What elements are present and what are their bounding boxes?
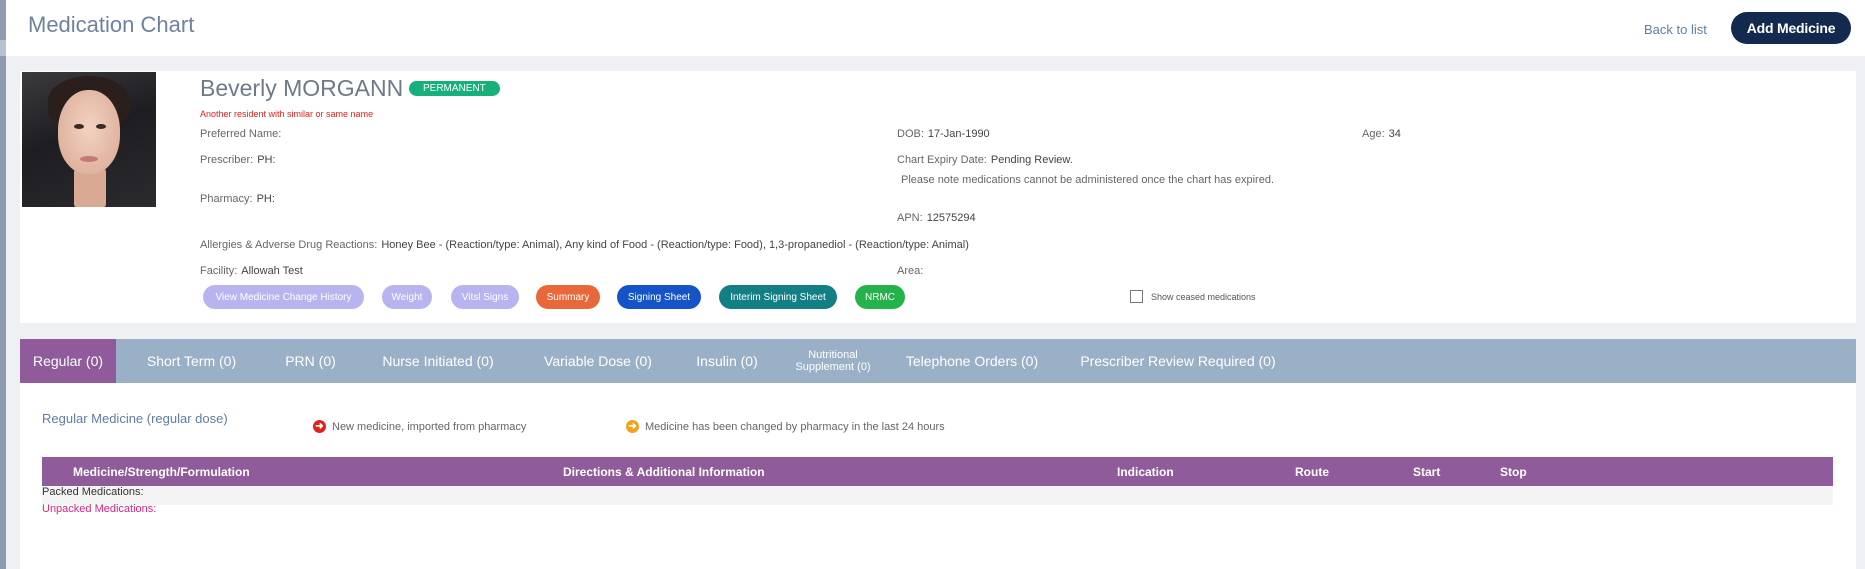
col-directions[interactable]: Directions & Additional Information (563, 465, 765, 479)
chart-expiry-row: Chart Expiry Date: Pending Review. (897, 154, 1073, 166)
col-indication[interactable]: Indication (1117, 465, 1174, 479)
legend-new-label: New medicine, imported from pharmacy (332, 420, 527, 433)
tab-telephone-orders[interactable]: Telephone Orders (0) (886, 339, 1058, 383)
view-change-history-button[interactable]: View Medicine Change History (203, 285, 364, 309)
signing-sheet-button[interactable]: Signing Sheet (617, 285, 701, 309)
prescriber-value: PH: (257, 154, 276, 166)
legend-changed-label: Medicine has been changed by pharmacy in… (645, 420, 945, 433)
medication-tabs: Regular (0) Short Term (0) PRN (0) Nurse… (20, 339, 1856, 383)
allergies-label: Allergies & Adverse Drug Reactions: (200, 239, 378, 251)
age-row: Age: 34 (1362, 128, 1401, 140)
show-ceased-toggle[interactable]: Show ceased medications (1130, 290, 1256, 303)
resident-card: Beverly MORGANN PERMANENT Another reside… (20, 71, 1856, 323)
dob-row: DOB: 17-Jan-1990 (897, 128, 990, 140)
add-medicine-button[interactable]: Add Medicine (1731, 12, 1851, 44)
apn-value: 12575294 (926, 212, 976, 224)
weight-button[interactable]: Weight (382, 285, 432, 309)
arrow-right-red-icon: ➜ (313, 420, 326, 433)
col-route[interactable]: Route (1295, 465, 1329, 479)
tab-nutritional-line1: Nutritional (808, 349, 858, 361)
apn-row: APN: 12575294 (897, 212, 976, 224)
allergies-value: Honey Bee - (Reaction/type: Animal), Any… (381, 239, 969, 251)
expiry-note: Please note medications cannot be admini… (901, 174, 1275, 186)
area-row: Area: (897, 265, 927, 277)
col-start[interactable]: Start (1413, 465, 1440, 479)
legend-new-medicine: ➜ New medicine, imported from pharmacy (313, 420, 526, 433)
prescriber-label: Prescriber: (200, 154, 254, 166)
pharmacy-label: Pharmacy: (200, 193, 253, 205)
facility-label: Facility: (200, 265, 238, 277)
similar-name-warning: Another resident with similar or same na… (200, 109, 374, 119)
prescriber-row: Prescriber: PH: (200, 154, 276, 166)
medication-panel: Regular Medicine (regular dose) ➜ New me… (20, 383, 1856, 569)
dob-value: 17-Jan-1990 (927, 128, 990, 140)
tab-short-term[interactable]: Short Term (0) (116, 339, 267, 383)
interim-signing-sheet-button[interactable]: Interim Signing Sheet (719, 285, 837, 309)
age-label: Age: (1362, 128, 1385, 140)
facility-value: Allowah Test (241, 265, 303, 277)
age-value: 34 (1388, 128, 1401, 140)
medicine-table-header: Medicine/Strength/Formulation Directions… (42, 457, 1833, 486)
legend-changed-medicine: ➜ Medicine has been changed by pharmacy … (626, 420, 945, 433)
chart-expiry-value: Pending Review. (990, 154, 1073, 166)
tab-nurse-initiated[interactable]: Nurse Initiated (0) (354, 339, 522, 383)
nrmc-button[interactable]: NRMC (855, 285, 905, 309)
left-rail (0, 0, 6, 569)
tab-regular[interactable]: Regular (0) (20, 339, 116, 383)
page-title: Medication Chart (28, 12, 195, 37)
facility-row: Facility: Allowah Test (200, 265, 303, 277)
allergies-row: Allergies & Adverse Drug Reactions: Honey… (200, 239, 969, 251)
tab-variable-dose[interactable]: Variable Dose (0) (522, 339, 674, 383)
show-ceased-checkbox[interactable] (1130, 290, 1143, 303)
group-unpacked-medications: Unpacked Medications: (42, 503, 157, 515)
arrow-right-orange-icon: ➜ (626, 420, 639, 433)
col-stop[interactable]: Stop (1500, 465, 1527, 479)
area-label: Area: (897, 265, 924, 277)
tab-nutritional-line2: Supplement (0) (795, 361, 871, 373)
pharmacy-value: PH: (256, 193, 275, 205)
preferred-name-label: Preferred Name: (200, 128, 282, 140)
tab-nutritional-supplement[interactable]: Nutritional Supplement (0) (780, 339, 886, 383)
top-bar: Medication Chart Back to list Add Medici… (6, 0, 1865, 56)
resident-photo (22, 72, 156, 207)
section-title: Regular Medicine (regular dose) (42, 411, 228, 426)
col-medicine[interactable]: Medicine/Strength/Formulation (73, 465, 250, 479)
chart-expiry-label: Chart Expiry Date: (897, 154, 987, 166)
vital-signs-button[interactable]: Vitsl Signs (451, 285, 519, 309)
pharmacy-row: Pharmacy: PH: (200, 193, 275, 205)
status-badge: PERMANENT (409, 81, 500, 96)
tab-insulin[interactable]: Insulin (0) (674, 339, 780, 383)
resident-name: Beverly MORGANN (200, 75, 404, 101)
tab-prn[interactable]: PRN (0) (267, 339, 354, 383)
show-ceased-label: Show ceased medications (1151, 291, 1256, 302)
summary-button[interactable]: Summary (536, 285, 600, 309)
back-to-list-link[interactable]: Back to list (1644, 22, 1707, 37)
tab-prescriber-review-required[interactable]: Prescriber Review Required (0) (1058, 339, 1298, 383)
apn-label: APN: (897, 212, 923, 224)
dob-label: DOB: (897, 128, 924, 140)
preferred-name-row: Preferred Name: (200, 128, 285, 140)
